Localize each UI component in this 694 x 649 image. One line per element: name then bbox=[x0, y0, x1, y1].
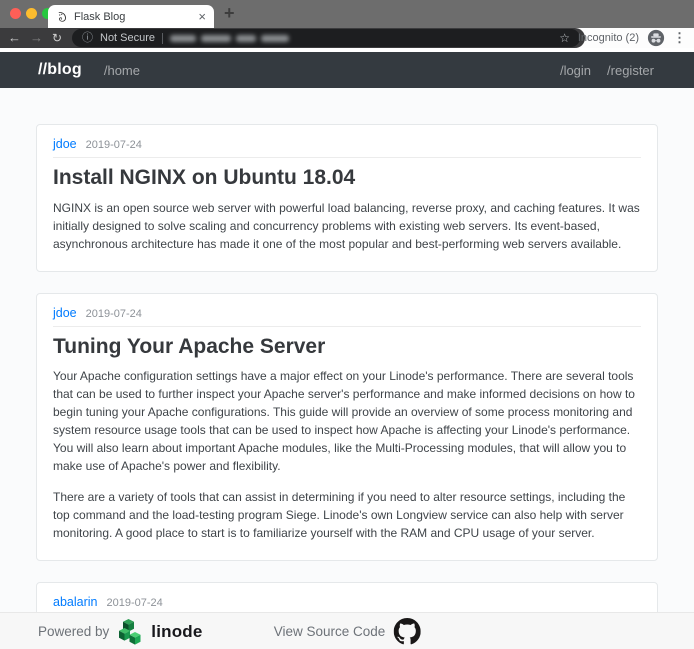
post-date: 2019-07-24 bbox=[106, 597, 162, 609]
browser-window: Flask Blog × + ← → ↻ ⓘ Not Secure ☆ Inco… bbox=[0, 0, 694, 649]
github-icon[interactable] bbox=[393, 618, 420, 645]
minimize-window-button[interactable] bbox=[26, 8, 37, 19]
browser-menu-icon[interactable]: ⋮ bbox=[673, 30, 686, 46]
info-icon[interactable]: ⓘ bbox=[82, 33, 93, 44]
bookmark-star-icon[interactable]: ☆ bbox=[559, 31, 570, 45]
post-author-link[interactable]: jdoe bbox=[53, 137, 77, 151]
post-date: 2019-07-24 bbox=[86, 139, 142, 151]
post-card: jdoe 2019-07-24 Install NGINX on Ubuntu … bbox=[36, 124, 658, 272]
flask-favicon-icon bbox=[56, 11, 68, 23]
webpage: //blog /home /login /register jdoe 2019-… bbox=[0, 52, 694, 649]
linode-logo-icon bbox=[116, 618, 144, 646]
incognito-avatar-icon[interactable] bbox=[647, 29, 665, 47]
close-window-button[interactable] bbox=[10, 8, 21, 19]
post-card: jdoe 2019-07-24 Tuning Your Apache Serve… bbox=[36, 293, 658, 562]
post-excerpt: NGINX is an open source web server with … bbox=[53, 199, 641, 253]
nav-link-login[interactable]: /login bbox=[560, 63, 591, 78]
browser-tab[interactable]: Flask Blog × bbox=[48, 5, 214, 28]
nav-link-register[interactable]: /register bbox=[607, 63, 654, 78]
post-date: 2019-07-24 bbox=[86, 308, 142, 320]
security-label: Not Secure bbox=[100, 32, 155, 44]
post-author-link[interactable]: jdoe bbox=[53, 306, 77, 320]
browser-toolbar: ← → ↻ ⓘ Not Secure ☆ Incognito (2) ⋮ bbox=[0, 28, 694, 48]
post-meta: jdoe 2019-07-24 bbox=[53, 137, 641, 158]
post-list: jdoe 2019-07-24 Install NGINX on Ubuntu … bbox=[0, 88, 694, 649]
address-bar[interactable]: ⓘ Not Secure ☆ bbox=[72, 29, 580, 47]
post-excerpt: There are a variety of tools that can as… bbox=[53, 488, 641, 542]
post-title-link[interactable]: Install NGINX on Ubuntu 18.04 bbox=[53, 165, 641, 191]
browser-titlebar: Flask Blog × + bbox=[0, 0, 694, 28]
post-title-link[interactable]: Tuning Your Apache Server bbox=[53, 334, 641, 360]
nav-link-home[interactable]: /home bbox=[104, 63, 140, 78]
view-source-group[interactable]: View Source Code bbox=[274, 613, 421, 649]
toolbar-dark-segment: ← → ↻ ⓘ Not Secure ☆ bbox=[0, 28, 585, 48]
incognito-label: Incognito (2) bbox=[578, 32, 639, 44]
back-icon[interactable]: ← bbox=[8, 28, 21, 48]
redacted-url bbox=[170, 35, 289, 42]
forward-icon[interactable]: → bbox=[30, 28, 43, 48]
tab-title: Flask Blog bbox=[74, 11, 192, 23]
site-footer: Powered by linode bbox=[0, 612, 694, 649]
reload-icon[interactable]: ↻ bbox=[52, 28, 62, 48]
chrome-right-controls: Incognito (2) ⋮ bbox=[578, 28, 694, 48]
view-source-label: View Source Code bbox=[274, 624, 386, 639]
close-tab-icon[interactable]: × bbox=[198, 10, 206, 23]
new-tab-button[interactable]: + bbox=[224, 3, 235, 24]
divider bbox=[162, 33, 163, 44]
site-navbar: //blog /home /login /register bbox=[0, 52, 694, 88]
site-brand[interactable]: //blog bbox=[38, 61, 82, 79]
post-excerpt: Your Apache configuration settings have … bbox=[53, 367, 641, 475]
powered-by-label: Powered by bbox=[38, 624, 109, 639]
powered-by-group[interactable]: Powered by linode bbox=[38, 613, 203, 649]
linode-wordmark: linode bbox=[151, 622, 202, 642]
post-meta: jdoe 2019-07-24 bbox=[53, 306, 641, 327]
post-author-link[interactable]: abalarin bbox=[53, 595, 97, 609]
